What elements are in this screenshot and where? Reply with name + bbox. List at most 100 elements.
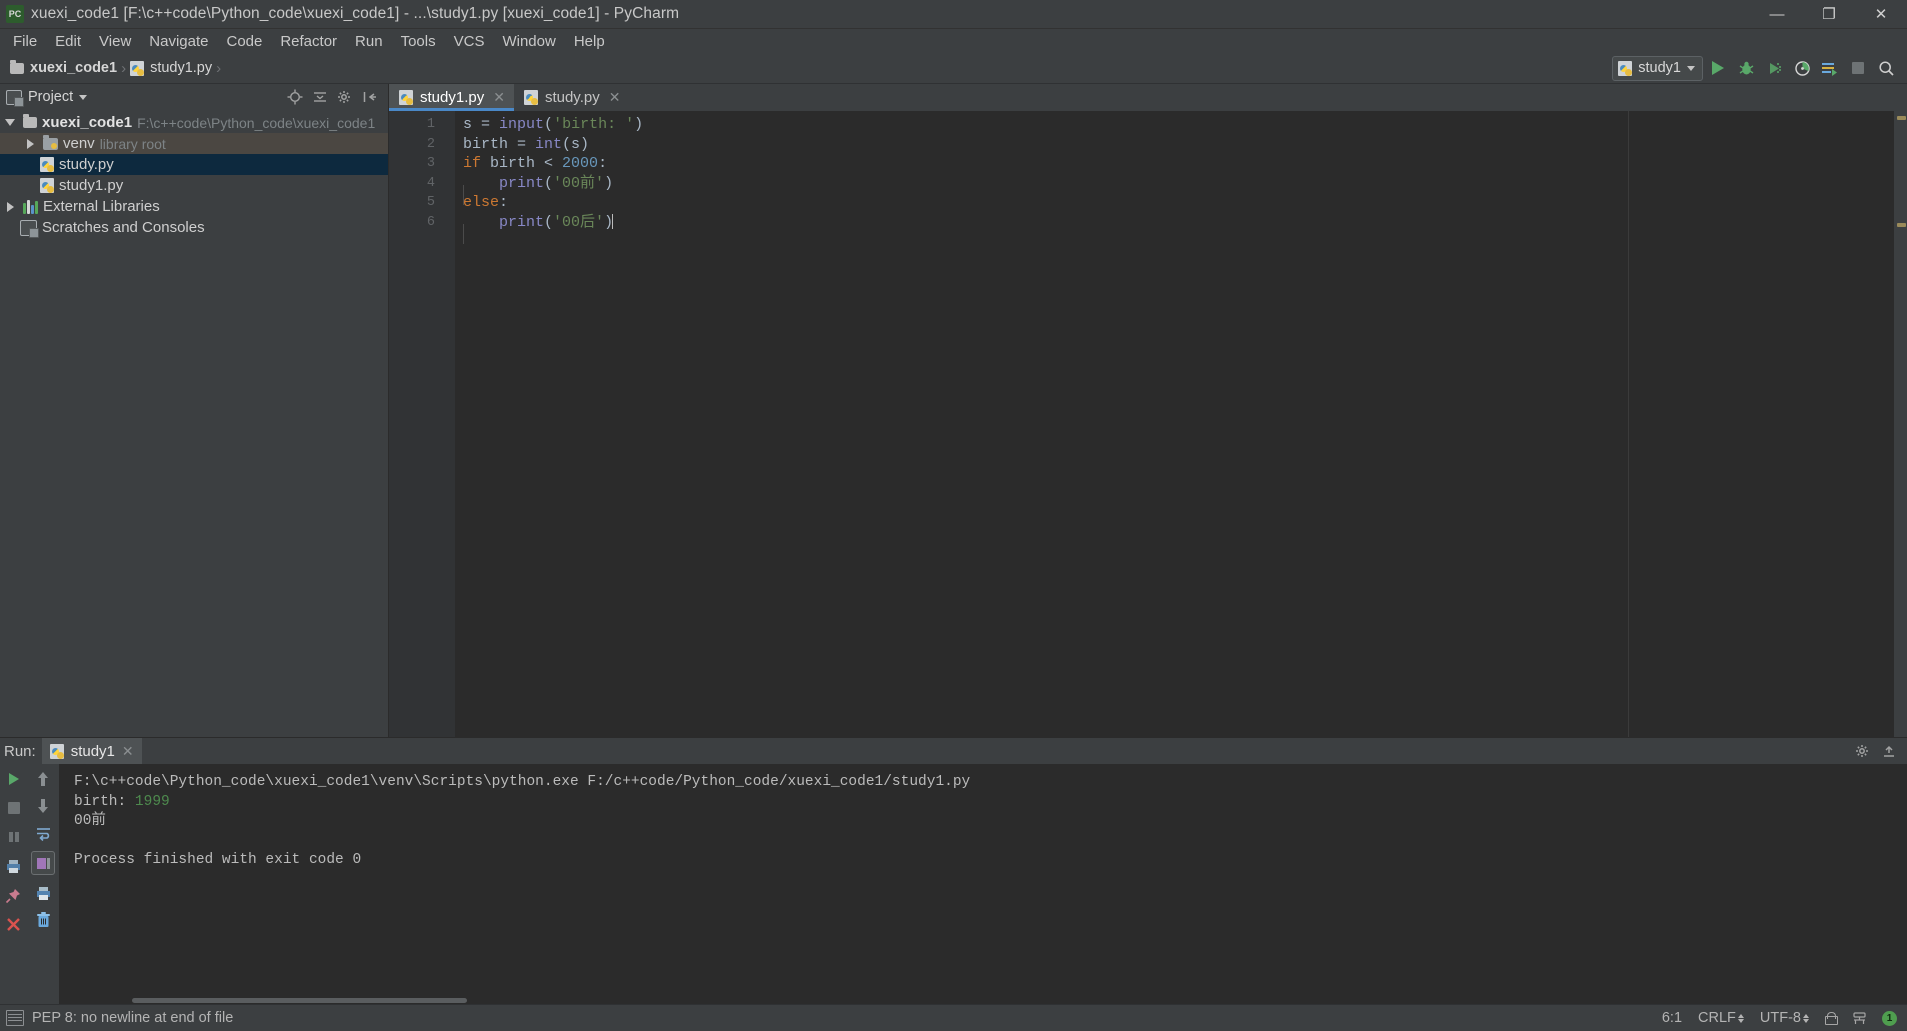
twisty-collapsed-icon[interactable] xyxy=(22,136,38,152)
editor-tab-study-py[interactable]: study.py ✕ xyxy=(514,84,629,111)
console-prompt-text: birth: xyxy=(74,793,135,810)
close-tab-icon[interactable]: ✕ xyxy=(609,89,621,106)
line-separator-selector[interactable]: CRLF xyxy=(1698,1010,1744,1026)
profile-button[interactable] xyxy=(1789,55,1815,81)
coverage-icon xyxy=(1769,62,1781,74)
menu-item-window[interactable]: Window xyxy=(493,31,564,52)
menu-item-code[interactable]: Code xyxy=(217,31,271,52)
hide-panel-icon[interactable] xyxy=(1881,743,1897,759)
run-anything-button[interactable] xyxy=(1817,55,1843,81)
twisty-collapsed-icon[interactable] xyxy=(2,199,18,215)
line-number-gutter[interactable]: 1 2 3 4 5 6 xyxy=(389,111,443,737)
close-tab-icon[interactable]: ✕ xyxy=(493,89,505,106)
tree-item-venv[interactable]: venv library root xyxy=(0,133,388,154)
debug-button[interactable] xyxy=(1733,55,1759,81)
warning-marker[interactable] xyxy=(1897,116,1906,120)
tree-item-label: venv xyxy=(63,135,95,152)
tree-item-study1-py[interactable]: study1.py xyxy=(0,175,388,196)
code-folding-strip[interactable] xyxy=(443,111,455,737)
pin-icon[interactable] xyxy=(5,886,23,904)
project-panel-header: Project xyxy=(0,84,388,110)
target-icon[interactable] xyxy=(287,89,303,105)
scroll-down-icon[interactable] xyxy=(34,797,52,815)
stop-button[interactable] xyxy=(1845,55,1871,81)
warning-marker[interactable] xyxy=(1897,223,1906,227)
folder-icon xyxy=(23,114,37,128)
pycharm-icon: PC xyxy=(6,5,24,23)
line-number: 3 xyxy=(426,156,435,172)
console-line-command: F:\c++code\Python_code\xuexi_code1\venv\… xyxy=(74,774,971,790)
tree-item-external-libraries[interactable]: External Libraries xyxy=(0,196,388,217)
lock-icon[interactable] xyxy=(1825,1011,1838,1025)
inspection-icon[interactable] xyxy=(6,1010,24,1026)
editor-tab-bar: study1.py ✕ study.py ✕ xyxy=(389,84,1907,111)
breadcrumb-project[interactable]: xuexi_code1 xyxy=(8,59,119,76)
clear-all-icon[interactable] xyxy=(34,911,52,929)
console-horizontal-scrollbar[interactable] xyxy=(132,998,467,1003)
stop-icon[interactable] xyxy=(5,799,23,817)
menu-item-help[interactable]: Help xyxy=(565,31,614,52)
tree-item-study-py[interactable]: study.py xyxy=(0,154,388,175)
breadcrumb-separator-end: › xyxy=(216,59,222,77)
settings-gear-icon[interactable] xyxy=(1855,743,1871,759)
notification-badge[interactable]: 1 xyxy=(1882,1010,1897,1026)
search-everywhere-button[interactable] xyxy=(1873,55,1899,81)
run-tool-window: Run: study1 ✕ F:\c++code\Python_code\xue… xyxy=(0,737,1907,1004)
menu-item-navigate[interactable]: Navigate xyxy=(140,31,217,52)
menu-item-tools[interactable]: Tools xyxy=(392,31,445,52)
bug-icon xyxy=(1739,61,1753,74)
chevron-down-icon[interactable] xyxy=(79,94,88,100)
rerun-icon[interactable] xyxy=(5,770,23,788)
tree-item-label: Scratches and Consoles xyxy=(42,219,205,236)
pause-icon[interactable] xyxy=(5,828,23,846)
editor-marker-rail[interactable] xyxy=(1893,111,1907,737)
tree-item-label: study1.py xyxy=(59,177,124,194)
close-button[interactable]: ✕ xyxy=(1855,0,1907,28)
git-branch-icon[interactable] xyxy=(1852,1011,1866,1025)
run-tab-study1[interactable]: study1 ✕ xyxy=(41,738,142,764)
encoding-selector[interactable]: UTF-8 xyxy=(1760,1010,1809,1026)
code-line-3: if birth < 2000: xyxy=(463,155,608,173)
scroll-to-end-icon[interactable] xyxy=(31,851,55,875)
run-configuration-selector[interactable]: study1 xyxy=(1612,55,1703,81)
caret-position[interactable]: 6:1 xyxy=(1662,1010,1682,1026)
menu-item-edit[interactable]: Edit xyxy=(46,31,90,52)
tree-item-scratches-and-consoles[interactable]: Scratches and Consoles xyxy=(0,217,388,238)
maximize-button[interactable]: ❐ xyxy=(1803,0,1855,28)
python-config-icon xyxy=(1618,60,1633,76)
tree-item-label: study.py xyxy=(59,156,114,173)
run-console-output[interactable]: F:\c++code\Python_code\xuexi_code1\venv\… xyxy=(59,764,1907,1004)
menu-item-vcs[interactable]: VCS xyxy=(445,31,494,52)
soft-wrap-icon[interactable] xyxy=(34,824,52,842)
menu-item-refactor[interactable]: Refactor xyxy=(271,31,346,52)
search-icon xyxy=(1878,60,1894,76)
scratches-icon xyxy=(20,219,39,238)
print-output-icon[interactable] xyxy=(34,884,52,902)
tree-item-xuexi_code1[interactable]: xuexi_code1 F:\c++code\Python_code\xuexi… xyxy=(0,112,388,133)
editor-tab-study1-py[interactable]: study1.py ✕ xyxy=(389,84,514,111)
breadcrumb-file[interactable]: study1.py xyxy=(128,60,214,76)
run-button[interactable] xyxy=(1705,55,1731,81)
twisty-expanded-icon[interactable] xyxy=(2,115,18,131)
hide-panel-icon[interactable] xyxy=(362,89,378,105)
close-icon[interactable] xyxy=(5,915,23,933)
console-line-exit: Process finished with exit code 0 xyxy=(74,852,362,868)
chevron-down-icon xyxy=(1687,65,1695,71)
run-coverage-button[interactable] xyxy=(1761,55,1787,81)
console-line-prompt: birth: 1999 xyxy=(74,793,1907,813)
scroll-up-icon[interactable] xyxy=(34,770,52,788)
menu-item-view[interactable]: View xyxy=(90,31,140,52)
status-bar: PEP 8: no newline at end of file 6:1 CRL… xyxy=(0,1004,1907,1031)
run-header-actions xyxy=(1855,743,1907,759)
code-text-area[interactable]: s = input('birth: ') birth = int(s) if b… xyxy=(455,111,1893,737)
line-separator-label: CRLF xyxy=(1698,1010,1736,1026)
close-run-tab-icon[interactable]: ✕ xyxy=(122,743,134,760)
settings-gear-icon[interactable] xyxy=(337,89,353,105)
menu-item-run[interactable]: Run xyxy=(346,31,392,52)
collapse-all-icon[interactable] xyxy=(312,89,328,105)
run-tab-label: study1 xyxy=(70,742,115,760)
menu-item-file[interactable]: File xyxy=(4,31,46,52)
breadcrumb-separator: › xyxy=(121,59,127,77)
print-icon[interactable] xyxy=(5,857,23,875)
minimize-button[interactable]: — xyxy=(1751,0,1803,28)
